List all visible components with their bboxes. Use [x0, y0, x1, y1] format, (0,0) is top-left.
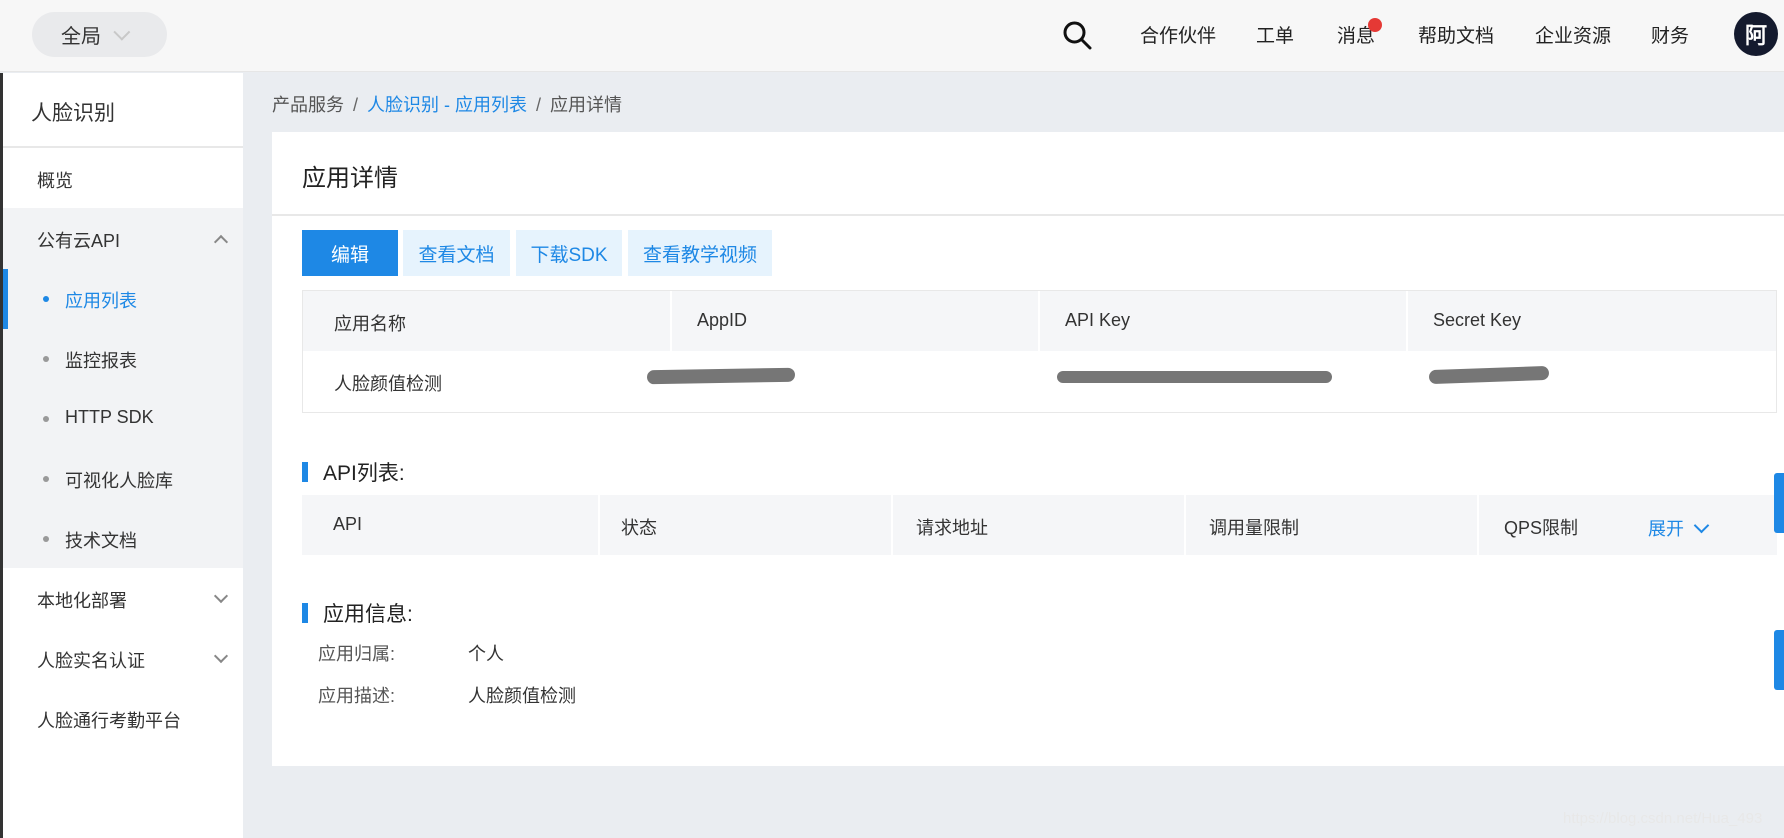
redacted-secret-key [1428, 365, 1550, 385]
redacted-appid [646, 367, 796, 385]
sidebar-item-realname-auth[interactable]: 人脸实名认证 [37, 647, 145, 673]
column-header-secret-key: Secret Key [1433, 310, 1522, 330]
info-label-ownership: 应用归属: [318, 644, 396, 664]
breadcrumb: 产品服务 / 人脸识别 - 应用列表 / 应用详情 [272, 95, 623, 115]
nav-help-docs[interactable]: 帮助文档 [1418, 21, 1494, 48]
expand-label: 展开 [1648, 519, 1684, 539]
column-header-api: API [333, 514, 363, 534]
edit-button[interactable]: 编辑 [302, 230, 398, 276]
active-indicator [3, 269, 8, 329]
app-info-title: 应用信息: [323, 603, 413, 626]
view-docs-button[interactable]: 查看文档 [403, 230, 510, 276]
column-header-api-key: API Key [1065, 310, 1131, 330]
app-detail-panel: 应用详情 编辑 查看文档 下载SDK 查看教学视频 应用名称 AppID API… [272, 132, 1784, 766]
nav-tickets[interactable]: 工单 [1256, 21, 1294, 48]
bullet-icon [43, 296, 49, 302]
sidebar-item-overview[interactable]: 概览 [37, 167, 73, 193]
sidebar-item-face-library[interactable]: 可视化人脸库 [65, 467, 173, 493]
info-label-description: 应用描述: [318, 686, 396, 706]
sidebar-item-monitoring[interactable]: 监控报表 [65, 347, 137, 373]
floating-side-tab[interactable] [1774, 473, 1784, 533]
column-header-call-limit: 调用量限制 [1209, 518, 1299, 538]
sidebar-divider [3, 146, 243, 148]
chevron-down-icon[interactable] [213, 588, 229, 604]
api-list-table: API 状态 请求地址 调用量限制 QPS限制 展开 [302, 495, 1777, 555]
cell-app-name: 人脸颜值检测 [334, 374, 442, 394]
nav-finance[interactable]: 财务 [1651, 21, 1689, 48]
sidebar-item-http-sdk[interactable]: HTTP SDK [65, 407, 154, 428]
chevron-down-icon [113, 23, 131, 41]
sidebar-title: 人脸识别 [31, 102, 115, 125]
sidebar-item-tech-docs[interactable]: 技术文档 [65, 527, 137, 553]
top-bar: 全局 合作伙伴 工单 消息 帮助文档 企业资源 财务 阿 [0, 0, 1784, 72]
sidebar-item-app-list[interactable]: 应用列表 [65, 287, 137, 313]
app-credentials-table: 应用名称 AppID API Key Secret Key 人脸颜值检测 [302, 290, 1777, 413]
section-marker [302, 462, 308, 482]
scope-selector[interactable]: 全局 [32, 12, 167, 57]
sidebar-item-public-api[interactable]: 公有云API [37, 227, 120, 253]
info-value-ownership: 个人 [468, 644, 504, 664]
search-icon[interactable] [1062, 20, 1092, 50]
avatar[interactable]: 阿 [1734, 12, 1778, 56]
api-list-section-heading: API列表: [302, 457, 405, 487]
section-marker [302, 603, 308, 623]
download-sdk-button[interactable]: 下载SDK [516, 230, 622, 276]
expand-toggle[interactable]: 展开 [1648, 515, 1710, 541]
column-header-status: 状态 [621, 518, 657, 538]
column-header-app-name: 应用名称 [334, 314, 406, 334]
nav-partners[interactable]: 合作伙伴 [1140, 21, 1216, 48]
scope-label: 全局 [61, 26, 101, 48]
nav-enterprise-resources[interactable]: 企业资源 [1535, 21, 1611, 48]
column-header-qps-limit: QPS限制 [1504, 518, 1579, 538]
chevron-down-icon [1693, 517, 1710, 534]
watermark: https://blog.csdn.net/Hua_493 [1563, 810, 1763, 827]
bullet-icon [43, 356, 49, 362]
floating-side-tab[interactable] [1774, 630, 1784, 690]
view-tutorial-video-button[interactable]: 查看教学视频 [628, 230, 772, 276]
sidebar: 人脸识别 概览 公有云API 应用列表 监控报表 HTTP SDK 可视化人脸库… [0, 73, 243, 838]
title-divider [272, 214, 1784, 216]
bullet-icon [43, 536, 49, 542]
column-header-request-url: 请求地址 [916, 518, 988, 538]
breadcrumb-root[interactable]: 产品服务 [272, 95, 344, 115]
sidebar-group-public-api [3, 208, 243, 568]
breadcrumb-link-app-list[interactable]: 人脸识别 - 应用列表 [367, 95, 527, 115]
breadcrumb-current: 应用详情 [550, 95, 623, 115]
api-list-title: API列表: [323, 462, 405, 485]
info-value-description: 人脸颜值检测 [468, 686, 576, 706]
app-info-section-heading: 应用信息: [302, 598, 413, 628]
sidebar-item-local-deploy[interactable]: 本地化部署 [37, 587, 127, 613]
chevron-down-icon[interactable] [213, 648, 229, 664]
redacted-api-key [1057, 371, 1332, 383]
notification-dot [1368, 18, 1382, 32]
page-title: 应用详情 [302, 165, 398, 192]
bullet-icon [43, 416, 49, 422]
bullet-icon [43, 476, 49, 482]
column-header-appid: AppID [697, 310, 748, 330]
sidebar-item-attendance-platform[interactable]: 人脸通行考勤平台 [37, 707, 181, 733]
